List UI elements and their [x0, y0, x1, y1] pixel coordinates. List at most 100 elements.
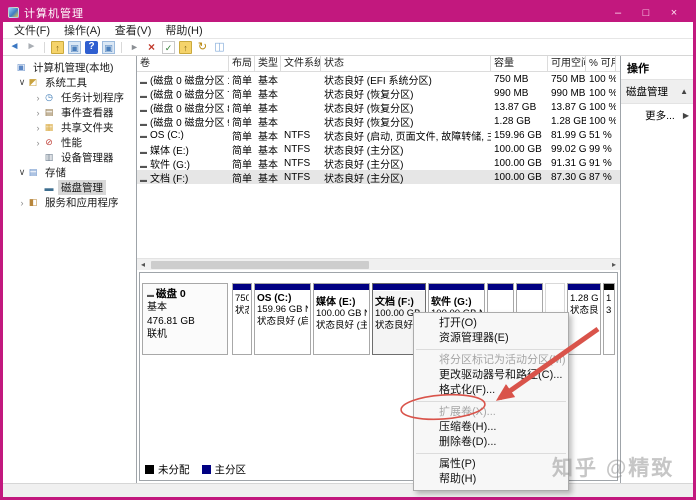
partition-recovery-3[interactable]: 1.28 G 状态良	[567, 283, 601, 355]
minimize-button[interactable]: –	[604, 7, 632, 19]
check-document-icon[interactable]: ✓	[162, 41, 175, 54]
tree-item-performance[interactable]: › ⊘ 性能	[3, 135, 136, 150]
menu-item-shrink-volume[interactable]: 压缩卷(H)...	[414, 420, 568, 435]
computer-icon: ▣	[15, 62, 27, 73]
partition-media-e[interactable]: 媒体 (E:) 100.00 GB NTFS 状态良好 (主分区)	[313, 283, 370, 355]
partition-efi[interactable]: 750 MB 状态良好 (EFI	[232, 283, 252, 355]
close-button[interactable]: ×	[660, 7, 688, 19]
expander-closed-icon[interactable]: ›	[33, 93, 43, 103]
table-row-selected[interactable]: ▬文档 (F:) 简单 基本 NTFS 状态良好 (主分区) 100.00 GB…	[137, 170, 620, 184]
console-tree: ▣ 计算机管理(本地) ∨ ◩ 系统工具 › ◷ 任务计划程序 › ▤ 事件查看…	[3, 56, 137, 483]
device-manager-icon: ▥	[43, 152, 55, 163]
menu-action[interactable]: 操作(A)	[57, 21, 108, 39]
horizontal-scrollbar[interactable]: ◂ ▸	[137, 258, 620, 270]
partition-unallocated[interactable]: 1 3	[603, 283, 615, 355]
disk-0-info[interactable]: ▬磁盘 0 基本 476.81 GB 联机	[142, 283, 228, 355]
col-layout[interactable]: 布局	[229, 56, 255, 72]
menu-bar: 文件(F) 操作(A) 查看(V) 帮助(H)	[3, 22, 693, 39]
refresh-icon[interactable]: ↻	[196, 41, 209, 54]
menu-item-change-drive-letter[interactable]: 更改驱动器号和路径(C)...	[414, 368, 568, 383]
tree-item-storage[interactable]: ∨ ▤ 存储	[3, 165, 136, 180]
menu-item-explorer[interactable]: 资源管理器(E)	[414, 331, 568, 346]
collapse-icon[interactable]: ▲	[680, 87, 688, 96]
table-row[interactable]: ▬OS (C:) 简单 基本 NTFS 状态良好 (启动, 页面文件, 故障转储…	[137, 128, 620, 142]
action-pointer-icon[interactable]: ►	[128, 41, 141, 54]
export-folder-icon[interactable]: ↑	[179, 41, 192, 54]
col-volume[interactable]: 卷	[137, 56, 229, 72]
menu-item-format[interactable]: 格式化(F)...	[414, 383, 568, 398]
tree-item-disk-management[interactable]: ▬ 磁盘管理	[3, 180, 136, 195]
toolbar-separator	[121, 42, 122, 53]
volume-icon: ▬	[140, 163, 147, 170]
menu-file[interactable]: 文件(F)	[7, 21, 57, 39]
scroll-right-icon[interactable]: ▸	[608, 260, 620, 269]
table-row[interactable]: ▬(磁盘 0 磁盘分区 7) 简单 基本 状态良好 (恢复分区) 990 MB …	[137, 86, 620, 100]
scrollbar-thumb[interactable]	[151, 261, 369, 269]
shared-folders-icon: ▦	[43, 122, 55, 133]
actions-pane: 操作 磁盘管理 ▲ 更多... ▶	[620, 56, 693, 483]
event-viewer-icon: ▤	[43, 107, 55, 118]
menu-item-help[interactable]: 帮助(H)	[414, 472, 568, 487]
table-row[interactable]: ▬(磁盘 0 磁盘分区 9) 简单 基本 状态良好 (恢复分区) 1.28 GB…	[137, 114, 620, 128]
tree-item-shared-folders[interactable]: › ▦ 共享文件夹	[3, 120, 136, 135]
menu-separator	[416, 401, 566, 402]
tree-item-task-scheduler[interactable]: › ◷ 任务计划程序	[3, 90, 136, 105]
menu-view[interactable]: 查看(V)	[108, 21, 159, 39]
volume-table-header: 卷 布局 类型 文件系统 状态 容量 可用空间 % 可用	[137, 56, 620, 72]
help-icon[interactable]: ?	[85, 41, 98, 54]
performance-icon: ⊘	[43, 137, 55, 148]
expander-open-icon[interactable]: ∨	[17, 167, 27, 178]
table-row[interactable]: ▬软件 (G:) 简单 基本 NTFS 状态良好 (主分区) 100.00 GB…	[137, 156, 620, 170]
menu-help[interactable]: 帮助(H)	[158, 21, 209, 39]
status-bar	[3, 483, 693, 497]
toolbar: ◄ ► ↑ ▣ ? ▣ ► × ✓ ↑ ↻ ◫	[3, 39, 693, 56]
col-pct-free[interactable]: % 可用	[586, 56, 616, 72]
scroll-left-icon[interactable]: ◂	[137, 260, 149, 269]
console-window-icon[interactable]: ▣	[68, 41, 81, 54]
col-filesystem[interactable]: 文件系统	[281, 56, 321, 72]
menu-item-delete-volume[interactable]: 删除卷(D)...	[414, 435, 568, 450]
menu-item-open[interactable]: 打开(O)	[414, 316, 568, 331]
delete-volume-icon[interactable]: ×	[145, 41, 158, 54]
expander-closed-icon[interactable]: ›	[33, 123, 43, 133]
primary-partition-legend-icon	[202, 465, 211, 474]
maximize-button[interactable]: □	[632, 7, 660, 19]
volume-icon: ▬	[140, 93, 147, 100]
more-actions[interactable]: 更多... ▶	[621, 104, 693, 127]
storage-icon: ▤	[27, 167, 39, 178]
up-level-icon[interactable]: ↑	[51, 41, 64, 54]
expander-closed-icon[interactable]: ›	[17, 198, 27, 208]
volume-icon: ▬	[140, 149, 147, 156]
actions-section-disk-management[interactable]: 磁盘管理 ▲	[621, 80, 693, 104]
task-scheduler-icon: ◷	[43, 92, 55, 103]
volume-icon: ▬	[140, 177, 147, 184]
tree-item-computer-management[interactable]: ▣ 计算机管理(本地)	[3, 60, 136, 75]
tree-item-system-tools[interactable]: ∨ ◩ 系统工具	[3, 75, 136, 90]
col-type[interactable]: 类型	[255, 56, 281, 72]
forward-icon[interactable]: ►	[25, 41, 38, 54]
content-area: ▣ 计算机管理(本地) ∨ ◩ 系统工具 › ◷ 任务计划程序 › ▤ 事件查看…	[3, 56, 693, 483]
col-status[interactable]: 状态	[321, 56, 491, 72]
table-row[interactable]: ▬媒体 (E:) 简单 基本 NTFS 状态良好 (主分区) 100.00 GB…	[137, 142, 620, 156]
columns-icon[interactable]: ◫	[213, 41, 226, 54]
tree-item-event-viewer[interactable]: › ▤ 事件查看器	[3, 105, 136, 120]
tree-item-device-manager[interactable]: ▥ 设备管理器	[3, 150, 136, 165]
back-icon[interactable]: ◄	[8, 41, 21, 54]
app-icon	[8, 7, 19, 18]
unallocated-legend-icon	[145, 465, 154, 474]
col-capacity[interactable]: 容量	[491, 56, 548, 72]
disk-management-icon: ▬	[43, 183, 55, 193]
table-row[interactable]: ▬(磁盘 0 磁盘分区 8) 简单 基本 状态良好 (恢复分区) 13.87 G…	[137, 100, 620, 114]
menu-item-mark-active: 将分区标记为活动分区(M)	[414, 353, 568, 368]
show-hide-tree-icon[interactable]: ▣	[102, 41, 115, 54]
computer-management-window: 计算机管理 – □ × 文件(F) 操作(A) 查看(V) 帮助(H) ◄ ► …	[3, 3, 693, 497]
system-tools-icon: ◩	[27, 77, 39, 88]
partition-os-c[interactable]: OS (C:) 159.96 GB NTFS 状态良好 (启动, 页面文	[254, 283, 311, 355]
col-free[interactable]: 可用空间	[548, 56, 586, 72]
expander-closed-icon[interactable]: ›	[33, 108, 43, 118]
table-row[interactable]: ▬(磁盘 0 磁盘分区 1) 简单 基本 状态良好 (EFI 系统分区) 750…	[137, 72, 620, 86]
tree-item-services-applications[interactable]: › ◧ 服务和应用程序	[3, 195, 136, 210]
menu-item-properties[interactable]: 属性(P)	[414, 457, 568, 472]
expander-closed-icon[interactable]: ›	[33, 138, 43, 148]
expander-open-icon[interactable]: ∨	[17, 77, 27, 88]
